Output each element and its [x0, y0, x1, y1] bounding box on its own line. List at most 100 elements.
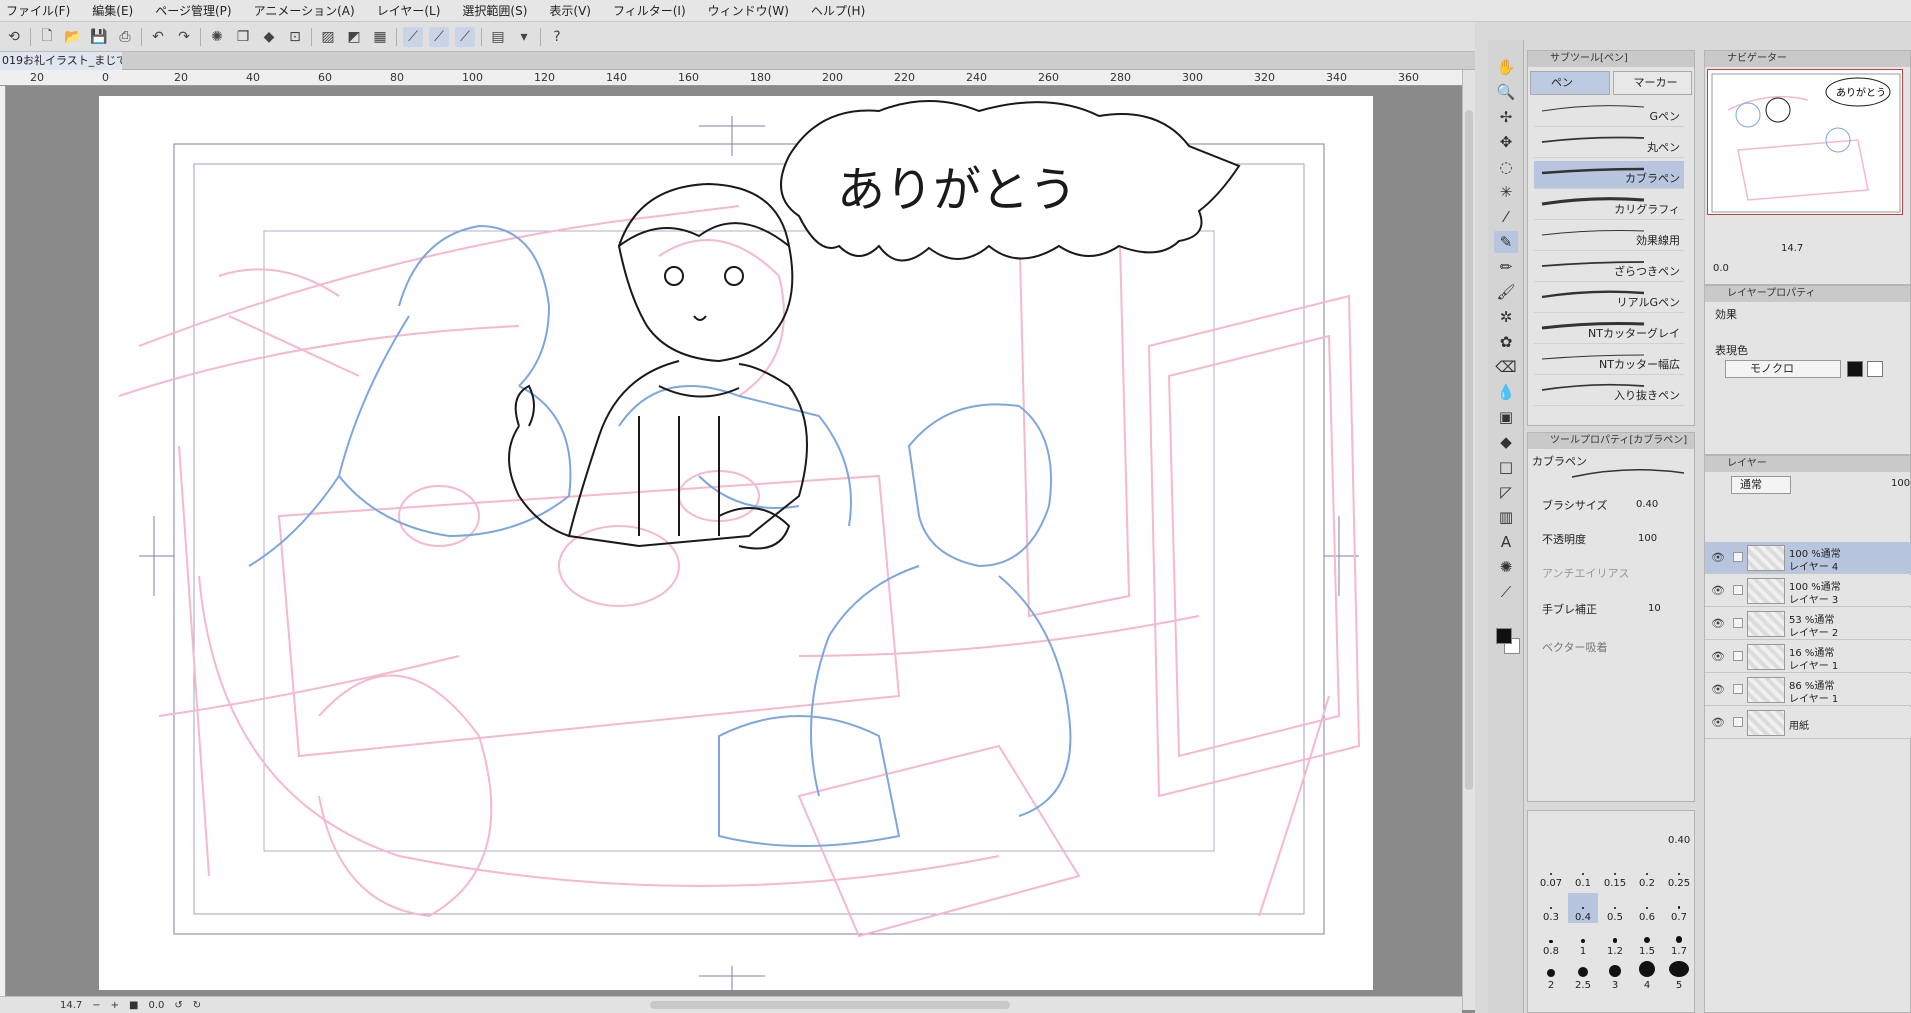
correction-icon[interactable]: ⟋: [1494, 581, 1518, 603]
save-icon[interactable]: 💾: [89, 27, 109, 47]
chevron-down-icon[interactable]: ▾: [514, 27, 534, 47]
layer-row[interactable]: 👁 53 %通常 レイヤー 2: [1705, 608, 1911, 640]
snap-grid-icon[interactable]: ▦: [370, 27, 390, 47]
brush-size-preset[interactable]: 5: [1664, 961, 1694, 991]
zoom-value[interactable]: 14.7: [60, 1000, 82, 1011]
brush-size-preset[interactable]: 0.4: [1568, 893, 1598, 923]
rotate-left-icon[interactable]: ↺: [174, 1000, 182, 1011]
white-swatch[interactable]: [1867, 361, 1883, 377]
blend-icon[interactable]: 💧: [1494, 381, 1518, 403]
brush-size-preset[interactable]: 0.15: [1600, 859, 1630, 889]
menu-item-4[interactable]: レイヤー(L): [377, 2, 441, 19]
brush-item[interactable]: 効果線用: [1534, 223, 1684, 251]
brush-item[interactable]: ざらつきペン: [1534, 254, 1684, 282]
paper-canvas[interactable]: ありがとう: [99, 96, 1373, 990]
eraser-icon[interactable]: ⌫: [1494, 356, 1518, 378]
open-file-icon[interactable]: 📂: [63, 27, 83, 47]
display-mode-icon[interactable]: ▤: [488, 27, 508, 47]
eye-icon[interactable]: 👁: [1711, 650, 1725, 663]
subtool-tab-pen[interactable]: ペン: [1530, 71, 1610, 95]
layer-row[interactable]: 👁 16 %通常 レイヤー 1: [1705, 641, 1911, 673]
menu-item-8[interactable]: ウィンドウ(W): [708, 2, 789, 19]
eye-icon[interactable]: 👁: [1711, 716, 1725, 729]
menu-item-1[interactable]: 編集(E): [92, 2, 133, 19]
brush-size-panel-value[interactable]: 0.40: [1668, 835, 1690, 846]
copy-icon[interactable]: ❐: [233, 27, 253, 47]
eye-icon[interactable]: 👁: [1711, 584, 1725, 597]
layer-row[interactable]: 👁 100 %通常 レイヤー 3: [1705, 575, 1911, 607]
main-color-swatch[interactable]: [1496, 628, 1512, 644]
navigator-zoom[interactable]: 14.7: [1781, 243, 1803, 254]
brush-item[interactable]: リアルGペン: [1534, 285, 1684, 313]
figure-icon[interactable]: □: [1494, 456, 1518, 478]
ruler-icon[interactable]: ▥: [1494, 506, 1518, 528]
layer-move-icon[interactable]: ✢: [1494, 106, 1518, 128]
menu-item-3[interactable]: アニメーション(A): [254, 2, 355, 19]
stabilize-third-icon[interactable]: ⟋: [455, 26, 475, 47]
eyedropper-icon[interactable]: ⁄: [1494, 206, 1518, 228]
brush-size-preset[interactable]: 0.1: [1568, 859, 1598, 889]
new-file-icon[interactable]: 🗋: [37, 27, 57, 47]
layer-checkbox[interactable]: [1733, 717, 1743, 727]
brush-size-value[interactable]: 0.40: [1636, 499, 1658, 510]
brush-size-preset[interactable]: 0.3: [1536, 893, 1566, 923]
brush-size-preset[interactable]: 0.6: [1632, 893, 1662, 923]
canvas-horizontal-scrollbar[interactable]: [650, 1001, 1010, 1009]
snap-special-icon[interactable]: ◩: [344, 27, 364, 47]
zoom-in-icon[interactable]: +: [111, 1000, 119, 1011]
brush-size-preset[interactable]: 0.07: [1536, 859, 1566, 889]
opacity-value[interactable]: 100: [1638, 533, 1657, 544]
balloon-icon[interactable]: ✺: [1494, 556, 1518, 578]
layer-row[interactable]: 👁 用紙: [1705, 707, 1911, 739]
brush-item[interactable]: NTカッターグレイ: [1534, 316, 1684, 344]
blend-mode-select[interactable]: 通常: [1731, 476, 1791, 494]
black-swatch[interactable]: [1847, 361, 1863, 377]
decoration-icon[interactable]: ✿: [1494, 331, 1518, 353]
brush-item[interactable]: NTカッター幅広: [1534, 347, 1684, 375]
undo-icon[interactable]: ↶: [148, 27, 168, 47]
eye-icon[interactable]: 👁: [1711, 551, 1725, 564]
brush-size-preset[interactable]: 4: [1632, 961, 1662, 991]
layer-checkbox[interactable]: [1733, 618, 1743, 628]
layer-checkbox[interactable]: [1733, 651, 1743, 661]
pen-icon[interactable]: ✎: [1494, 231, 1518, 253]
help-icon[interactable]: ?: [547, 27, 567, 47]
menu-item-6[interactable]: 表示(V): [549, 2, 591, 19]
brush-size-preset[interactable]: 0.25: [1664, 859, 1694, 889]
pencil-icon[interactable]: ✏: [1494, 256, 1518, 278]
rotate-right-icon[interactable]: ↻: [193, 1000, 201, 1011]
undo-history-icon[interactable]: ⟲: [4, 27, 24, 47]
brush-size-preset[interactable]: 1.2: [1600, 927, 1630, 957]
brush-size-preset[interactable]: 2.5: [1568, 961, 1598, 991]
gradient-icon[interactable]: ▣: [1494, 406, 1518, 428]
move-icon[interactable]: ✥: [1494, 131, 1518, 153]
print-icon[interactable]: ⎙: [115, 27, 135, 47]
lasso-icon[interactable]: ◌: [1494, 156, 1518, 178]
text-icon[interactable]: A: [1494, 531, 1518, 553]
zoom-out-icon[interactable]: −: [92, 1000, 100, 1011]
layer-row[interactable]: 👁 86 %通常 レイヤー 1: [1705, 674, 1911, 706]
brush-size-preset[interactable]: 1: [1568, 927, 1598, 957]
snap-ruler-icon[interactable]: ▨: [318, 27, 338, 47]
canvas-vertical-scrollbar[interactable]: [1462, 70, 1475, 1010]
layer-checkbox[interactable]: [1733, 585, 1743, 595]
fit-icon[interactable]: ■: [129, 1000, 138, 1011]
fill-icon[interactable]: ◆: [1494, 431, 1518, 453]
eye-icon[interactable]: 👁: [1711, 683, 1725, 696]
menu-item-7[interactable]: フィルター(I): [613, 2, 686, 19]
layer-checkbox[interactable]: [1733, 552, 1743, 562]
brush-icon[interactable]: 🖌: [1494, 281, 1518, 303]
zoom-icon[interactable]: 🔍: [1494, 81, 1518, 103]
brush-item[interactable]: 入り抜きペン: [1534, 378, 1684, 406]
brush-size-preset[interactable]: 1.7: [1664, 927, 1694, 957]
brush-size-preset[interactable]: 2: [1536, 961, 1566, 991]
brush-item[interactable]: カリグラフィ: [1534, 192, 1684, 220]
fill-icon[interactable]: ◆: [259, 27, 279, 47]
airbrush-icon[interactable]: ✲: [1494, 306, 1518, 328]
navigator-angle[interactable]: 0.0: [1713, 263, 1729, 274]
layer-row[interactable]: 👁 100 %通常 レイヤー 4: [1705, 542, 1911, 574]
navigator-preview[interactable]: ありがとう: [1707, 69, 1903, 215]
brush-size-preset[interactable]: 0.8: [1536, 927, 1566, 957]
brush-item[interactable]: 丸ペン: [1534, 130, 1684, 158]
expression-color-select[interactable]: モノクロ: [1725, 360, 1841, 378]
